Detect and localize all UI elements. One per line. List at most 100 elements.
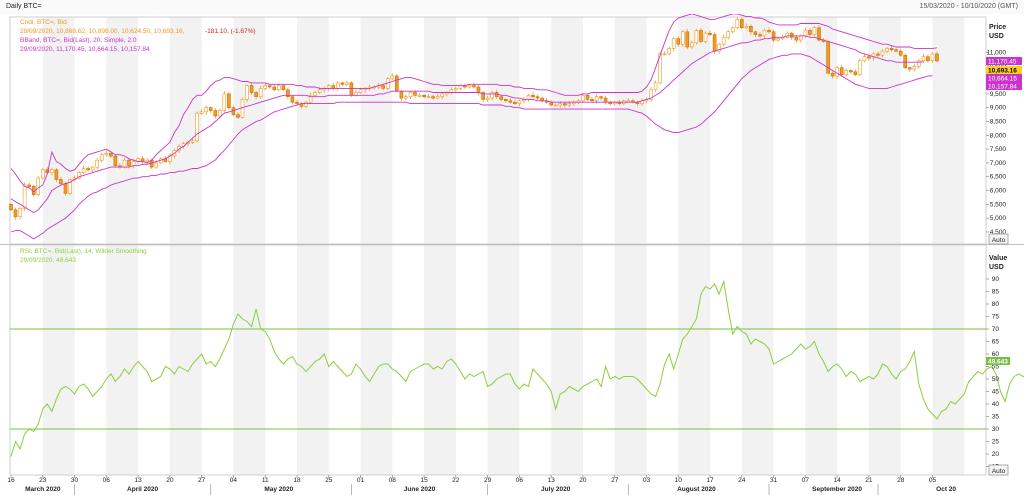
candle-down: [739, 19, 744, 29]
candle-up: [104, 153, 109, 156]
candle-up: [862, 56, 867, 62]
price-axis-unit: USD: [989, 33, 1004, 40]
candle-up: [594, 96, 599, 102]
date-tick-label: 14: [833, 477, 841, 484]
candle-up: [317, 89, 322, 93]
rsi-tick-label: 80: [992, 301, 1000, 308]
candle-up: [131, 161, 136, 167]
candle-down: [413, 92, 417, 96]
candle-down: [535, 96, 540, 99]
candle-down: [898, 50, 903, 56]
date-tick-label: 13: [134, 477, 142, 484]
upper-band-tag-text: 11,170.45: [988, 59, 1017, 66]
candle-up: [567, 103, 572, 106]
close-price-tag-text: 10,693.16: [988, 68, 1017, 75]
chart-title: Daily BTC=: [6, 3, 42, 10]
candle-down: [789, 32, 794, 38]
candle-up: [667, 48, 672, 55]
candle-down: [295, 101, 299, 104]
candle-down: [503, 99, 508, 102]
candle-up: [490, 92, 495, 99]
date-tick-label: 20: [579, 477, 587, 484]
candle-up: [680, 31, 685, 45]
rsi-auto-button[interactable]: Auto: [988, 464, 1009, 476]
candle-down: [63, 183, 68, 194]
candle-down: [562, 103, 567, 106]
candle-up: [558, 103, 563, 106]
rsi-tick-label: 35: [992, 414, 1000, 421]
candle-up: [40, 169, 45, 179]
candle-up: [662, 53, 667, 56]
candle-down: [894, 49, 898, 52]
date-tick-label: 01: [357, 477, 365, 484]
candle-up: [100, 154, 104, 161]
month-label: July 2020: [541, 486, 571, 493]
candle-down: [127, 159, 131, 166]
chart-canvas[interactable]: 4,5005,0005,5006,0006,5007,0007,5008,000…: [0, 14, 1024, 495]
price-tags: 11,170.45 10,693.16 10,664.15 10,157.84: [986, 57, 1022, 91]
candle-up: [426, 96, 431, 98]
candle-up: [390, 75, 395, 80]
candle-up: [245, 85, 249, 100]
rsi-tick-label: 85: [992, 289, 1000, 296]
date-tick-label: 20: [166, 477, 174, 484]
candle-up: [467, 85, 472, 88]
candle-up: [553, 104, 558, 107]
candle-down: [699, 30, 703, 42]
week-band: [932, 17, 965, 475]
date-tick-label: 27: [198, 477, 206, 484]
price-auto-button[interactable]: Auto: [988, 233, 1009, 245]
candle-down: [839, 67, 844, 75]
candle-down: [59, 179, 63, 184]
candle-down: [13, 209, 18, 218]
date-tick-label: 28: [897, 477, 905, 484]
candle-up: [762, 30, 767, 37]
date-tick-label: 05: [929, 477, 937, 484]
candle-up: [199, 111, 204, 114]
candle-up: [626, 100, 631, 103]
candle-up: [81, 168, 86, 173]
candle-up: [408, 92, 413, 97]
candle-up: [916, 60, 921, 67]
date-tick-label: 24: [738, 477, 746, 484]
bband-legend-name: BBand, BTC=, Bid(Last), 20, Simple, 2.0: [20, 37, 137, 44]
candle-down: [431, 96, 435, 99]
candle-up: [222, 93, 227, 111]
candle-down: [935, 53, 939, 62]
candle-down: [290, 96, 295, 103]
date-tick-label: 29: [484, 477, 492, 484]
rsi-tick-label: 20: [992, 451, 1000, 458]
candle-down: [281, 85, 286, 90]
candle-up: [358, 89, 363, 93]
price-auto-label: Auto: [992, 237, 1006, 244]
candle-down: [867, 56, 871, 59]
month-label: June 2020: [404, 486, 436, 493]
candle-down: [476, 86, 481, 93]
mid-band-tag-text: 10,664.15: [988, 76, 1017, 83]
candle-up: [721, 36, 726, 45]
price-tick-label: 9,000: [990, 105, 1007, 112]
rsi-tick-label: 60: [992, 351, 1000, 358]
rsi-tick-label: 40: [992, 401, 1000, 408]
candle-up: [726, 31, 731, 38]
candle-up: [276, 85, 281, 90]
candle-up: [798, 35, 803, 41]
candle-down: [236, 114, 240, 118]
candle-down: [272, 86, 277, 91]
candle-up: [803, 30, 808, 37]
candle-down: [808, 30, 812, 35]
candle-down: [753, 31, 758, 35]
candle-down: [340, 82, 345, 85]
rsi-tags: 48.643: [986, 357, 1010, 366]
candle-down: [381, 85, 386, 89]
candle-down: [758, 34, 762, 37]
date-tick-label: 23: [39, 477, 47, 484]
week-band: [106, 17, 139, 475]
candle-up: [90, 166, 95, 171]
price-tick-label: 6,500: [990, 174, 1007, 181]
candle-down: [531, 95, 535, 98]
candle-up: [154, 162, 159, 168]
window-titlebar: Daily BTC= 15/03/2020 - 10/10/2020 (GMT): [0, 0, 1024, 15]
candle-up: [730, 27, 735, 33]
candle-up: [18, 208, 22, 218]
